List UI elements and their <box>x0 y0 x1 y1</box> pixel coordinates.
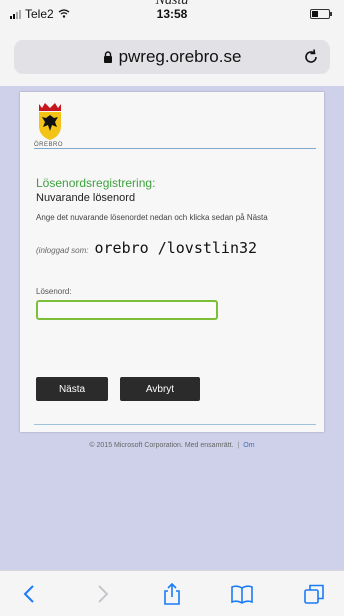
password-label: Lösenord: <box>36 287 72 296</box>
footer-separator: | <box>237 442 240 449</box>
bookmarks-icon[interactable] <box>230 582 254 606</box>
page-title-peek: Nästa <box>155 0 189 8</box>
browser-toolbar <box>0 570 344 616</box>
form-instruction: Ange det nuvarande lösenordet nedan och … <box>36 213 268 222</box>
screen: Tele2 13:58 Nästa pwreg.orebro.se ÖREBRO… <box>0 0 344 616</box>
logged-in-row: (inloggad som: orebro /lovstlin32 <box>36 239 257 257</box>
next-button[interactable]: Nästa <box>36 377 108 401</box>
status-time: 13:58 <box>156 7 188 21</box>
footer: © 2015 Microsoft Corporation. Med ensamr… <box>20 442 324 449</box>
tabs-icon[interactable] <box>302 582 326 606</box>
forward-icon[interactable] <box>90 582 114 606</box>
page-background: ÖREBRO Lösenordsregistrering: Nuvarande … <box>0 86 344 570</box>
cancel-button[interactable]: Avbryt <box>120 377 200 401</box>
form-subheading: Nuvarande lösenord <box>36 192 136 204</box>
back-icon[interactable] <box>18 582 42 606</box>
copyright-text: © 2015 Microsoft Corporation. Med ensamr… <box>89 442 234 449</box>
address-bar[interactable]: pwreg.orebro.se <box>14 40 330 74</box>
lock-icon <box>103 51 113 63</box>
password-field[interactable] <box>36 300 218 320</box>
share-icon[interactable] <box>160 582 184 606</box>
address-content: pwreg.orebro.se <box>14 40 330 74</box>
reload-icon[interactable] <box>302 48 320 66</box>
url-text: pwreg.orebro.se <box>118 47 242 66</box>
orebro-logo <box>36 100 64 140</box>
registration-card: ÖREBRO Lösenordsregistrering: Nuvarande … <box>20 92 324 449</box>
battery-icon <box>310 9 332 19</box>
form-heading: Lösenordsregistrering: <box>36 176 156 190</box>
about-link[interactable]: Om <box>243 442 254 449</box>
footer-divider <box>34 424 316 425</box>
header-divider <box>34 148 316 149</box>
logged-in-user: orebro /lovstlin32 <box>94 239 258 257</box>
logged-in-label: (inloggad som: <box>36 246 89 255</box>
browser-address-area: pwreg.orebro.se <box>0 26 344 86</box>
